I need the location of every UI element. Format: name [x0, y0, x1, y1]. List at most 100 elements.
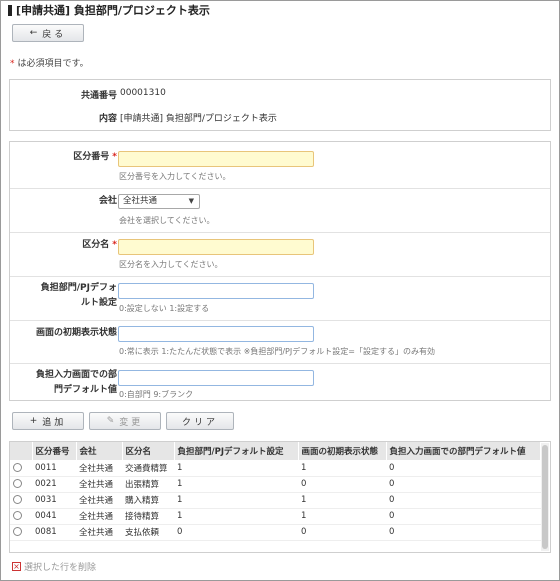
form-panel: 区分番号 * 区分番号を入力してください。 会社 全社共通 ▼ 会社を選択してくだ… — [9, 141, 551, 401]
required-star: * — [10, 59, 15, 69]
column-header: 区分番号 — [32, 442, 77, 460]
scrollbar-thumb[interactable] — [542, 445, 548, 549]
column-header: 負担部門/PJデフォルト設定 — [174, 442, 299, 460]
plus-icon: + — [29, 416, 38, 426]
dept-default-label-line1: 負担部門/PJデフォ — [40, 283, 117, 293]
delete-selected-button[interactable]: × 選択した行を削除 — [12, 560, 96, 573]
change-button-label: 変更 — [119, 417, 144, 428]
table-cell: 0031 — [32, 492, 76, 509]
table-cell: 1 — [174, 476, 298, 493]
category-no-input[interactable] — [118, 151, 314, 167]
table-cell: 0011 — [32, 460, 76, 477]
add-button-label: 追加 — [42, 417, 67, 428]
required-star: * — [112, 152, 117, 162]
required-star: * — [112, 240, 117, 250]
table-cell: 全社共通 — [76, 524, 122, 541]
category-name-label: 区分名 * — [82, 238, 117, 253]
row-radio[interactable] — [13, 462, 22, 472]
content-value: [申請共通] 負担部門/プロジェクト表示 — [120, 114, 277, 124]
content-label: 内容 — [98, 114, 117, 124]
dept-default-label: 負担部門/PJデフォ ルト設定 — [41, 281, 117, 311]
table-cell: 1 — [174, 508, 298, 525]
initial-display-input[interactable] — [118, 326, 314, 342]
table-cell: 0 — [386, 508, 541, 525]
delete-x-icon: × — [12, 562, 21, 571]
clear-button[interactable]: クリア — [166, 412, 234, 430]
category-name-label-text: 区分名 — [82, 240, 110, 250]
table-cell: 0 — [298, 524, 386, 541]
row-divider — [10, 320, 550, 321]
table-cell: 0 — [386, 460, 541, 477]
category-name-input[interactable] — [118, 239, 314, 255]
row-divider — [10, 363, 550, 364]
input-default-hint: 0:自部門 9:ブランク — [119, 390, 194, 399]
row-divider — [10, 188, 550, 189]
row-radio[interactable] — [13, 511, 22, 520]
required-note: * は必須項目です。 — [10, 56, 89, 69]
common-no-label: 共通番号 — [80, 91, 117, 101]
table-cell: 全社共通 — [76, 476, 122, 493]
table-row[interactable]: 0081 全社共通 支払依頼 0 0 0 — [10, 524, 541, 541]
input-default-label-line2: 門デフォルト値 — [53, 385, 117, 395]
input-default-label: 負担入力画面での部 門デフォルト値 — [36, 368, 117, 398]
title-marker — [8, 4, 12, 16]
table-cell: 全社共通 — [76, 460, 122, 477]
input-default-label-line1: 負担入力画面での部 — [35, 370, 117, 380]
dept-default-label-line2: ルト設定 — [80, 298, 117, 308]
required-note-text: は必須項目です。 — [17, 59, 89, 69]
table-cell: 0041 — [32, 508, 76, 525]
row-radio[interactable] — [13, 495, 22, 504]
table-cell: 0 — [174, 524, 298, 541]
back-button-label: 戻る — [42, 29, 67, 40]
table-row[interactable]: 0011 全社共通 交通費精算 1 1 0 — [10, 460, 541, 477]
dept-default-hint: 0:設定しない 1:設定する — [119, 304, 210, 313]
select-column-header — [10, 442, 33, 460]
table-cell: 0081 — [32, 524, 76, 541]
input-default-input[interactable] — [118, 370, 314, 386]
table-scrollbar[interactable] — [541, 443, 549, 551]
clear-button-label: クリア — [181, 417, 218, 428]
table-cell: 1 — [298, 508, 386, 525]
company-label: 会社 — [98, 196, 117, 206]
table-cell: 0 — [386, 524, 541, 541]
column-header: 会社 — [76, 442, 123, 460]
table-cell: 接待精算 — [122, 508, 174, 525]
dept-default-input[interactable] — [118, 283, 314, 299]
page-title: [申請共通] 負担部門/プロジェクト表示 — [16, 4, 210, 17]
table-cell: 0 — [386, 476, 541, 493]
delete-selected-label: 選択した行を削除 — [24, 563, 97, 573]
category-name-hint: 区分名を入力してください。 — [119, 260, 223, 269]
table-row[interactable]: 0041 全社共通 接待精算 1 1 0 — [10, 508, 541, 525]
company-hint: 会社を選択してください。 — [119, 216, 215, 225]
row-divider — [10, 276, 550, 277]
category-no-hint: 区分番号を入力してください。 — [119, 172, 231, 181]
common-no-value: 00001310 — [120, 88, 166, 98]
column-header: 負担入力画面での部門デフォルト値 — [386, 442, 541, 460]
table-cell: 1 — [174, 492, 298, 509]
chevron-down-icon: ▼ — [188, 197, 194, 205]
table-row[interactable]: 0021 全社共通 出張精算 1 0 0 — [10, 476, 541, 493]
row-radio[interactable] — [13, 479, 22, 488]
page-header: [申請共通] 負担部門/プロジェクト表示 — [8, 3, 210, 17]
company-select-value: 全社共通 — [123, 196, 158, 206]
header-info-panel: 共通番号 00001310 内容 [申請共通] 負担部門/プロジェクト表示 — [9, 79, 551, 131]
pencil-icon: ✎ — [106, 416, 115, 426]
arrow-left-icon: ← — [29, 28, 38, 38]
table-header-row: 区分番号 会社 区分名 負担部門/PJデフォルト設定 画面の初期表示状態 負担入… — [10, 442, 541, 460]
company-select[interactable]: 全社共通 ▼ — [118, 194, 200, 209]
column-header: 画面の初期表示状態 — [298, 442, 387, 460]
category-no-label: 区分番号 * — [73, 150, 117, 165]
table-cell: 購入精算 — [122, 492, 174, 509]
table-cell: 0 — [298, 476, 386, 493]
table-cell: 交通費精算 — [122, 460, 174, 477]
add-button[interactable]: + 追加 — [12, 412, 84, 430]
initial-display-hint: 0:常に表示 1:たたんだ状態で表示 ※負担部門/PJデフォルト設定=「設定する… — [119, 347, 435, 356]
table-row[interactable]: 0031 全社共通 購入精算 1 1 0 — [10, 492, 541, 509]
change-button[interactable]: ✎ 変更 — [89, 412, 161, 430]
back-button[interactable]: ← 戻る — [12, 24, 84, 42]
category-table: 区分番号 会社 区分名 負担部門/PJデフォルト設定 画面の初期表示状態 負担入… — [9, 441, 551, 553]
category-no-label-text: 区分番号 — [73, 152, 110, 162]
table-cell: 1 — [298, 492, 386, 509]
row-divider — [10, 232, 550, 233]
row-radio[interactable] — [13, 527, 22, 536]
